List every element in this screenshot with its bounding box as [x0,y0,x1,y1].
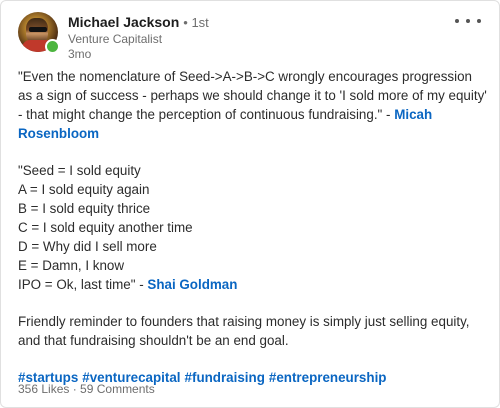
comments-count[interactable]: 59 Comments [80,382,155,396]
text-fragment: - that might change the perception of co… [18,107,395,122]
more-options-button[interactable] [455,13,481,29]
text-line: A = I sold equity again [18,182,150,197]
text-line: D = Why did I sell more [18,239,157,254]
author-headline: Venture Capitalist [68,32,163,46]
more-horizontal-icon-dot [477,19,481,23]
mention-link-shai-goldman[interactable]: Shai Goldman [147,277,237,292]
author-name[interactable]: Michael Jackson [68,14,179,30]
mention-link-micah[interactable]: Micah [394,107,432,122]
text-line: - that might change the perception of co… [18,105,488,124]
text-line: Rosenbloom [18,124,488,143]
post-header: Michael Jackson • 1st Venture Capitalist … [18,11,485,61]
text-line: C = I sold equity another time [18,220,193,235]
likes-count[interactable]: 356 Likes [18,382,69,396]
hashtag-link[interactable]: #entrepreneurship [269,370,387,385]
more-horizontal-icon-dot [466,19,470,23]
text-line: and that fundraising shouldn't be an end… [18,333,289,348]
reminder-paragraph: Friendly reminder to founders that raisi… [18,312,488,350]
post-body: "Even the nomenclature of Seed->A->B->C … [18,67,488,387]
connection-degree: • 1st [183,15,209,30]
text-line: B = I sold equity thrice [18,201,151,216]
separator: · [69,382,81,396]
post-timestamp: 3mo [68,47,92,61]
online-status-icon [45,39,60,54]
avatar-glasses [29,27,47,32]
text-line: IPO = Ok, last time" - Shai Goldman [18,275,488,294]
quote-paragraph-2: "Seed = I sold equity A = I sold equity … [18,161,488,294]
text-line: "Seed = I sold equity [18,163,141,178]
author-avatar[interactable] [18,12,60,54]
hashtag-link[interactable]: #fundraising [185,370,265,385]
mention-link-rosenbloom[interactable]: Rosenbloom [18,126,99,141]
text-line: Friendly reminder to founders that raisi… [18,314,470,329]
author-name-line: Michael Jackson • 1st [68,14,209,31]
social-counts: 356 Likes · 59 Comments [18,382,155,396]
quote-paragraph-1: "Even the nomenclature of Seed->A->B->C … [18,67,488,143]
text-line: as a sign of success - perhaps we should… [18,88,487,103]
text-line: "Even the nomenclature of Seed->A->B->C … [18,69,472,84]
feed-post: Michael Jackson • 1st Venture Capitalist … [0,0,500,408]
text-line: E = Damn, I know [18,258,125,273]
text-fragment: IPO = Ok, last time" - [18,277,148,292]
more-horizontal-icon-dot [455,19,459,23]
